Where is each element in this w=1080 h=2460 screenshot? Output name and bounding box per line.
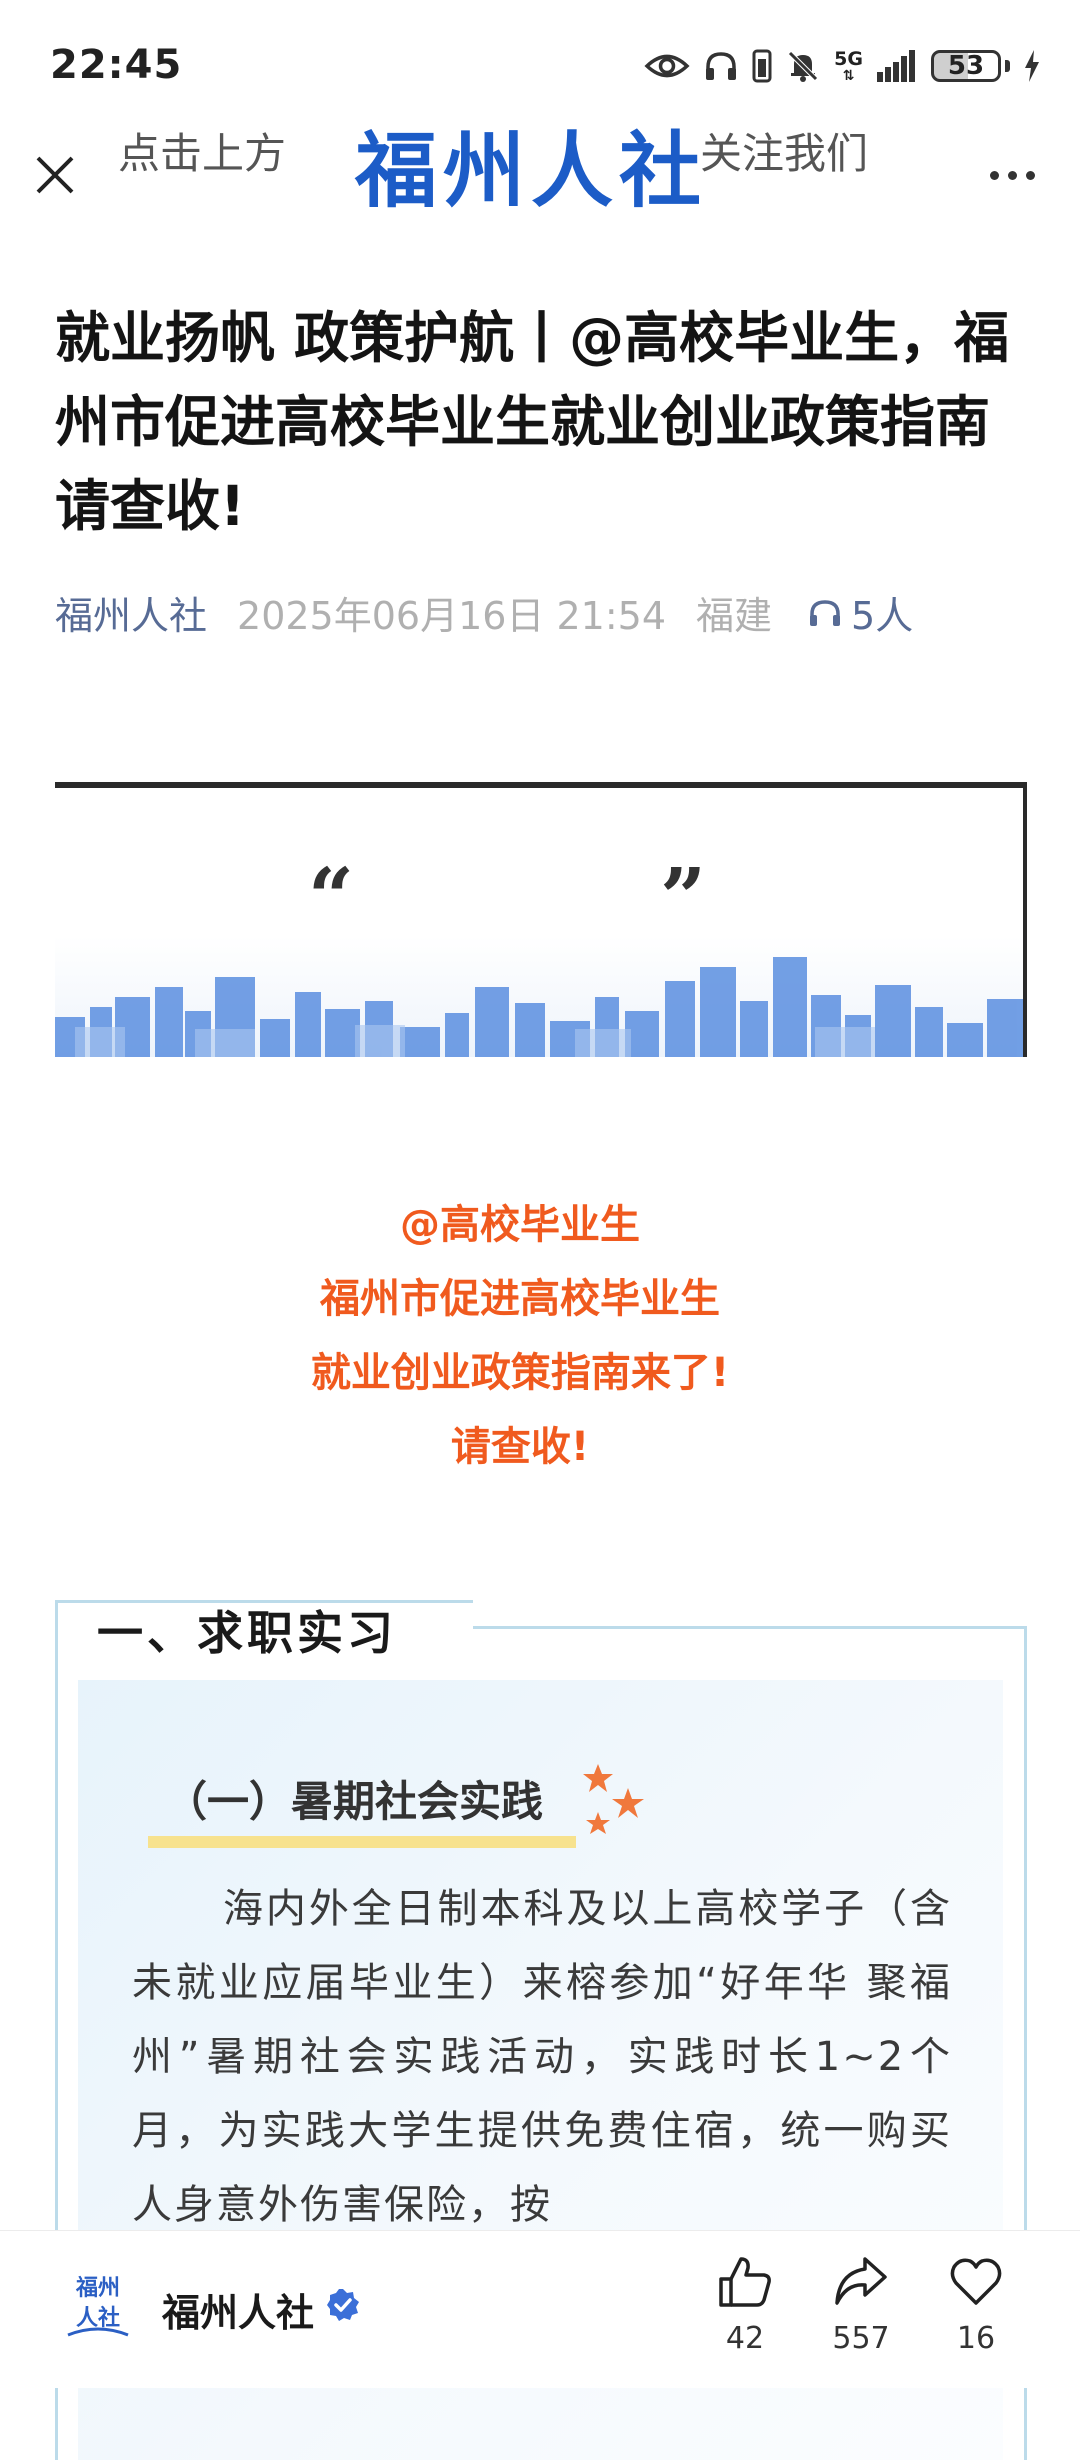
eye-icon	[644, 51, 690, 81]
banner-left-text: 点击上方	[118, 129, 287, 178]
article-meta: 福州人社 2025年06月16日 21:54 福建 5人	[55, 585, 913, 640]
more-icon-dot	[989, 170, 999, 180]
listener-count: 5人	[851, 594, 914, 638]
more-icon-dot	[1025, 170, 1035, 180]
battery-icon: 53	[931, 50, 1010, 82]
headphones-icon	[704, 50, 738, 82]
star-decoration-icon	[583, 1764, 644, 1834]
banner-right-text: 关注我们	[700, 129, 869, 178]
publish-location: 福建	[696, 594, 773, 638]
intro-line: @高校毕业生	[400, 1202, 640, 1248]
heart-icon	[950, 2258, 1002, 2305]
listen-button[interactable]: 5人	[807, 585, 913, 640]
publish-date: 2025年06月16日 21:54	[237, 594, 667, 638]
headphones-icon	[810, 599, 841, 626]
battery-level: 53	[931, 50, 1001, 82]
intro-line: 福州市促进高校毕业生	[320, 1276, 720, 1322]
svg-text:福州: 福州	[75, 2276, 120, 2301]
vibrate-icon	[752, 49, 772, 83]
section-heading: 一、求职实习	[97, 1606, 397, 1660]
close-icon	[36, 156, 74, 194]
share-count: 557	[832, 2321, 890, 2356]
network-type: 5G ⇅	[834, 47, 863, 84]
status-time: 22:45	[50, 42, 183, 88]
favorite-button[interactable]: 16	[931, 2255, 1021, 2356]
banner-open-quote: “	[308, 850, 355, 944]
verified-icon	[327, 2289, 359, 2321]
account-name[interactable]: 福州人社	[162, 2282, 314, 2337]
banner-account-name: 福州人社	[355, 123, 708, 219]
charging-icon	[1024, 50, 1040, 82]
section-body-text: 海内外全日制本科及以上高校学子（含未就业应届毕业生）来榕参加“好年华 聚福州”暑…	[132, 1886, 952, 2228]
author-link[interactable]: 福州人社	[55, 585, 207, 640]
follow-banner[interactable]	[55, 782, 1027, 1057]
signal-icon	[877, 50, 917, 82]
mute-bell-icon	[786, 49, 820, 83]
status-icons: 5G ⇅ 53	[644, 44, 1040, 88]
close-button[interactable]	[30, 150, 80, 200]
share-icon	[835, 2257, 887, 2305]
section-tab-border	[473, 1626, 1027, 1629]
subheading-highlight	[148, 1836, 576, 1848]
city-skyline-image	[55, 957, 1023, 1057]
intro-line: 就业创业政策指南来了!	[310, 1350, 730, 1396]
favorite-count: 16	[956, 2321, 996, 2356]
svg-text:人社: 人社	[76, 2305, 120, 2331]
account-avatar[interactable]: 福州 人社	[62, 2265, 134, 2343]
share-button[interactable]: 557	[816, 2255, 906, 2356]
more-button[interactable]	[982, 160, 1042, 190]
intro-line: 请查收!	[450, 1424, 590, 1470]
thumbs-up-icon	[719, 2257, 771, 2307]
subheading: （一）暑期社会实践	[165, 1777, 544, 1826]
article-title: 就业扬帆 政策护航丨@高校毕业生，福州市促进高校毕业生就业创业政策指南请查收!	[55, 306, 1010, 538]
like-count: 42	[725, 2321, 765, 2356]
like-button[interactable]: 42	[700, 2255, 790, 2356]
more-icon-dot	[1007, 170, 1017, 180]
banner-close-quote: ”	[660, 850, 707, 944]
